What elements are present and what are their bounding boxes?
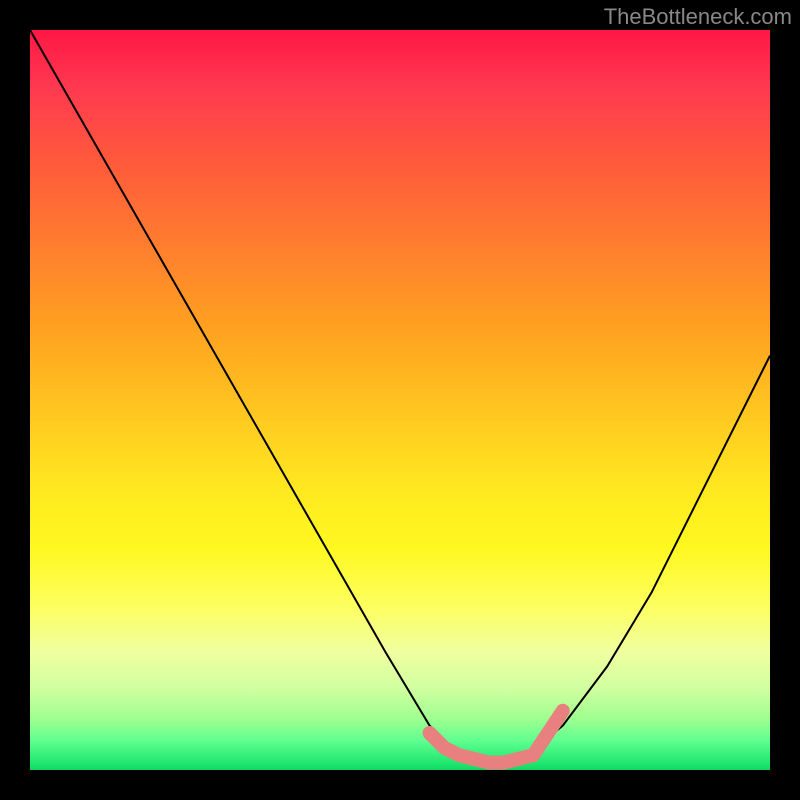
chart-curves — [30, 30, 770, 770]
watermark-text: TheBottleneck.com — [604, 4, 792, 30]
optimal-zone-marker-line — [430, 711, 563, 763]
bottleneck-curve-line — [30, 30, 770, 763]
